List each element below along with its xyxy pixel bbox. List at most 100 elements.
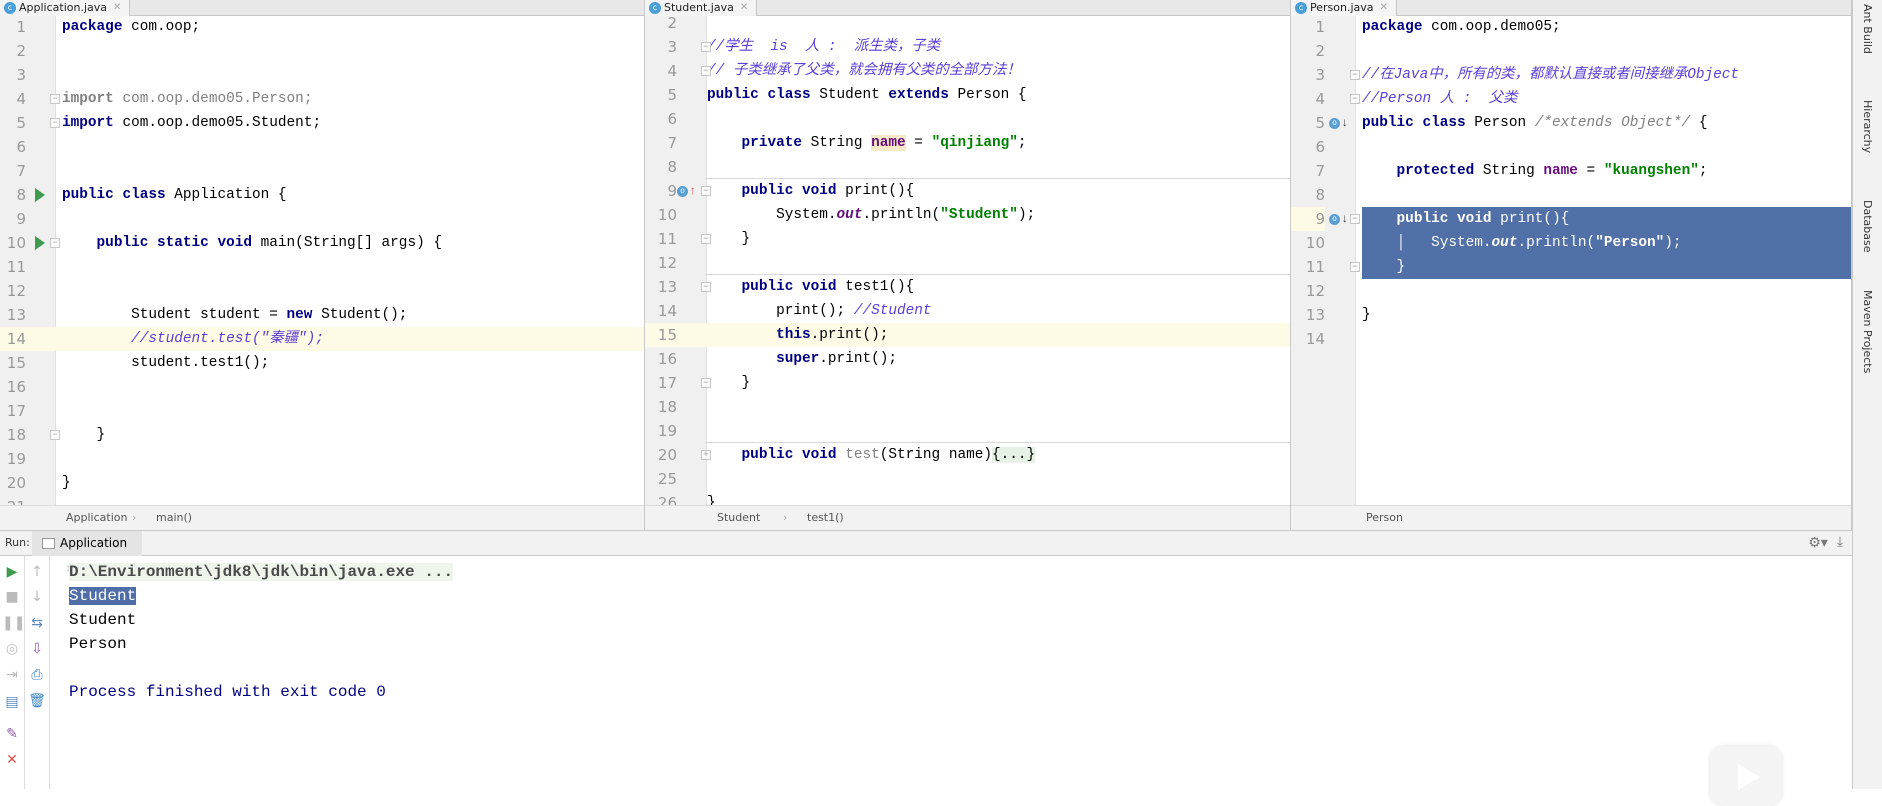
code-line[interactable]: 6 bbox=[645, 107, 1290, 131]
fold-marker-icon[interactable]: − bbox=[50, 118, 60, 128]
code-line[interactable]: 11 } − bbox=[645, 227, 1290, 251]
code-line[interactable]: 4 // 子类继承了父类，就会拥有父类的全部方法！ − bbox=[645, 59, 1290, 83]
code-line[interactable]: 13 Student student = new Student(); bbox=[0, 303, 644, 327]
run-gutter-icon[interactable] bbox=[35, 236, 45, 250]
code-line[interactable]: 6 bbox=[0, 135, 644, 159]
fold-marker-icon[interactable]: − bbox=[701, 378, 711, 388]
fold-marker-icon[interactable]: − bbox=[701, 186, 711, 196]
fold-marker-icon[interactable]: − bbox=[1350, 262, 1360, 272]
code-line[interactable]: 7 private String name = "qinjiang"; bbox=[645, 131, 1290, 155]
code-line[interactable]: 1 package com.oop.demo05; bbox=[1291, 15, 1851, 39]
code-line[interactable]: 13} bbox=[1291, 303, 1851, 327]
code-line[interactable]: 19 bbox=[645, 419, 1290, 443]
tool-hierarchy[interactable]: Hierarchy bbox=[1861, 100, 1874, 153]
run-tab-application[interactable]: Application ✕ bbox=[32, 531, 142, 575]
code-line[interactable]: 9 public void print(){o ↓ − bbox=[1291, 207, 1851, 231]
run-gutter-icon[interactable] bbox=[35, 188, 45, 202]
code-line[interactable]: 15 this.print(); bbox=[645, 323, 1290, 347]
layout-icon[interactable]: ▤ bbox=[2, 694, 22, 710]
code-line[interactable]: 16 super.print(); bbox=[645, 347, 1290, 371]
breadcrumb-item[interactable]: Student bbox=[717, 506, 760, 530]
code-line[interactable]: 18 bbox=[645, 395, 1290, 419]
code-line[interactable]: 16 bbox=[0, 375, 644, 399]
clear-trash-icon[interactable]: 🗑 bbox=[27, 693, 47, 709]
code-line[interactable]: 8 public class Application { bbox=[0, 183, 644, 207]
down-arrow-icon[interactable]: ↓ bbox=[27, 589, 47, 605]
code-line[interactable]: 9 public void print(){o ↑ − bbox=[645, 178, 1290, 203]
code-line[interactable]: 10 │ System.out.println("Person"); bbox=[1291, 231, 1851, 255]
code-line[interactable]: 4 import com.oop.demo05.Person; − bbox=[0, 87, 644, 111]
code-line[interactable]: 8 bbox=[645, 155, 1290, 179]
code-line[interactable]: 3 //在Java中，所有的类，都默认直接或者间接继承Object − bbox=[1291, 63, 1851, 87]
code-line[interactable]: 3 //学生 is 人 : 派生类，子类 − bbox=[645, 35, 1290, 59]
editor-student[interactable]: c Student.java ✕ 2 3//学生 is 人 : 派生类，子类 −4// … bbox=[645, 0, 1291, 530]
code-line[interactable]: 3 bbox=[0, 63, 644, 87]
code-line[interactable]: 20} bbox=[0, 471, 644, 495]
file-tab[interactable]: c Person.java ✕ bbox=[1291, 0, 1397, 16]
close-tab-icon[interactable]: ✕ bbox=[113, 0, 121, 16]
code-line[interactable]: 7 protected String name = "kuangshen"; bbox=[1291, 159, 1851, 183]
code-line[interactable]: 18 } − bbox=[0, 423, 644, 447]
code-line[interactable]: 12 bbox=[645, 251, 1290, 275]
pin-icon[interactable]: ✎ bbox=[2, 726, 22, 742]
code-line[interactable]: 2 bbox=[645, 11, 1290, 35]
code-line[interactable]: 14 print(); //Student bbox=[645, 299, 1290, 323]
fold-marker-icon[interactable]: − bbox=[50, 94, 60, 104]
up-arrow-icon[interactable]: ↑ bbox=[27, 564, 47, 580]
code-line[interactable]: 5 public class Person /*extends Object*/ … bbox=[1291, 111, 1851, 135]
code-line[interactable]: 14 //student.test("秦疆"); bbox=[0, 327, 644, 351]
code-line[interactable]: 12 bbox=[1291, 279, 1851, 303]
code-line[interactable]: 19 bbox=[0, 447, 644, 471]
code-line[interactable]: 20 public void test(String name){...} + bbox=[645, 442, 1290, 467]
code-line[interactable]: 25 bbox=[645, 467, 1290, 491]
editor-application[interactable]: c Application.java ✕ 1 package com.oop; 2 3 4 i… bbox=[0, 0, 645, 530]
code-area[interactable]: 1 package com.oop; 2 3 4 import com.oop.demo0… bbox=[0, 15, 644, 516]
fold-marker-icon[interactable]: + bbox=[701, 450, 711, 460]
code-line[interactable]: 17 bbox=[0, 399, 644, 423]
fold-marker-icon[interactable]: − bbox=[701, 66, 711, 76]
code-line[interactable]: 12 bbox=[0, 279, 644, 303]
pause-icon[interactable]: ❚❚ bbox=[2, 615, 25, 631]
fold-marker-icon[interactable]: − bbox=[1350, 94, 1360, 104]
tool-maven-projects[interactable]: Maven Projects bbox=[1861, 290, 1874, 373]
print-icon[interactable]: ⎙ bbox=[27, 667, 47, 683]
breadcrumb-item[interactable]: Person bbox=[1366, 506, 1403, 530]
code-area[interactable]: 1 package com.oop.demo05; 2 3 //在Java中，所有的类，… bbox=[1291, 16, 1851, 505]
breadcrumb-item[interactable]: main() bbox=[156, 506, 192, 530]
code-line[interactable]: 10 public static void main(String[] args… bbox=[0, 231, 644, 255]
dump-threads-icon[interactable]: ◎ bbox=[2, 641, 22, 657]
tool-database[interactable]: Database bbox=[1861, 200, 1874, 253]
tool-ant-build[interactable]: Ant Build bbox=[1861, 4, 1874, 54]
code-line[interactable]: 1 package com.oop; bbox=[0, 15, 644, 39]
code-line[interactable]: 5 import com.oop.demo05.Student; − bbox=[0, 111, 644, 135]
code-line[interactable]: 4 //Person 人 : 父类 − bbox=[1291, 87, 1851, 111]
overrides-icon[interactable]: o bbox=[677, 186, 688, 197]
fold-marker-icon[interactable]: − bbox=[50, 430, 60, 440]
fold-marker-icon[interactable]: − bbox=[50, 238, 60, 248]
code-line[interactable]: 13 public void test1(){− bbox=[645, 274, 1290, 299]
breadcrumb-item[interactable]: Application bbox=[66, 506, 127, 530]
code-line[interactable]: 2 bbox=[1291, 39, 1851, 63]
code-line[interactable]: 8 bbox=[1291, 183, 1851, 207]
close-run-icon[interactable]: ✕ bbox=[2, 752, 22, 768]
fold-marker-icon[interactable]: − bbox=[701, 234, 711, 244]
code-line[interactable]: 17 } − bbox=[645, 371, 1290, 395]
fold-marker-icon[interactable]: − bbox=[701, 282, 711, 292]
hide-panel-icon[interactable]: ⤓ bbox=[1830, 534, 1850, 550]
file-tab[interactable]: c Application.java ✕ bbox=[0, 0, 131, 16]
fold-marker-icon[interactable]: − bbox=[1350, 214, 1360, 224]
fold-marker-icon[interactable]: − bbox=[701, 42, 711, 52]
overridden-icon[interactable]: o bbox=[1329, 118, 1340, 129]
fold-marker-icon[interactable]: − bbox=[1350, 70, 1360, 80]
code-line[interactable]: 11 bbox=[0, 255, 644, 279]
code-line[interactable]: 2 bbox=[0, 39, 644, 63]
soft-wrap-icon[interactable]: ⇆ bbox=[27, 615, 47, 631]
scroll-to-end-icon[interactable]: ⇩ bbox=[27, 641, 47, 657]
code-line[interactable]: 15 student.test1(); bbox=[0, 351, 644, 375]
code-area[interactable]: 2 3//学生 is 人 : 派生类，子类 −4// 子类继承了父类，就会拥有父类的… bbox=[645, 14, 1290, 512]
breadcrumb-item[interactable]: test1() bbox=[807, 506, 844, 530]
code-line[interactable]: 11 } − bbox=[1291, 255, 1851, 279]
code-line[interactable]: 6 bbox=[1291, 135, 1851, 159]
rerun-icon[interactable]: ▶ bbox=[2, 564, 22, 580]
code-line[interactable]: 10 System.out.println("Student"); bbox=[645, 203, 1290, 227]
